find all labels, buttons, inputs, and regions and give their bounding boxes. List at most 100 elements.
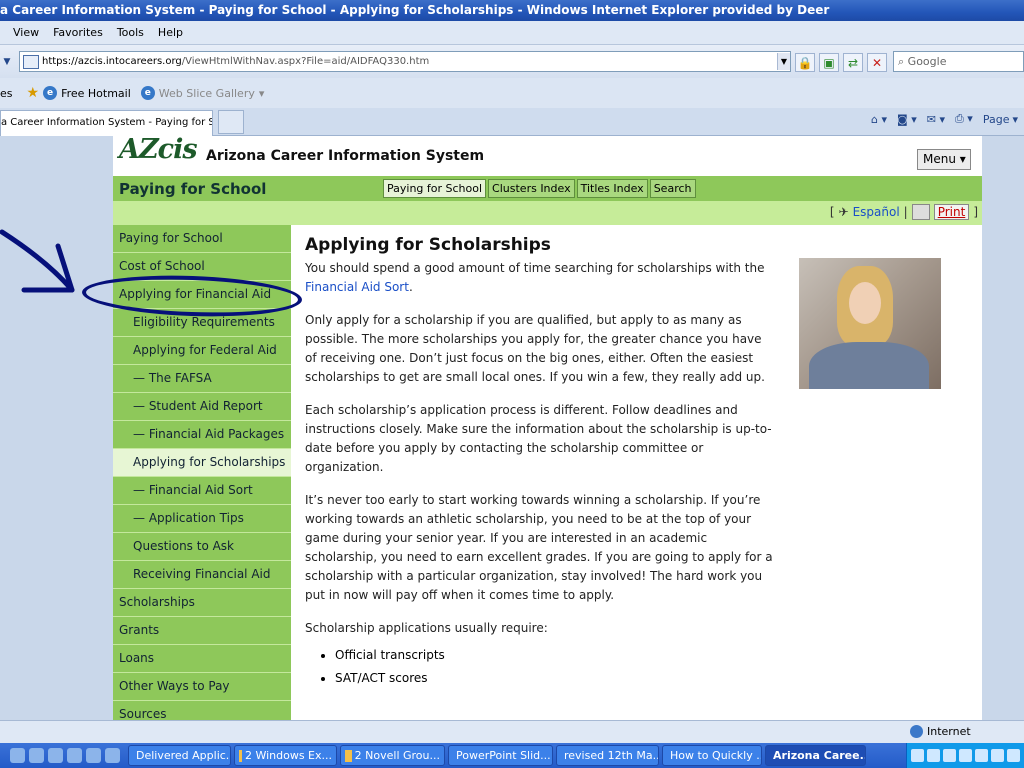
read-mail-icon[interactable]: ✉ ▾: [927, 113, 945, 126]
sidebar-item[interactable]: Applying for Federal Aid: [113, 337, 291, 365]
new-tab-button[interactable]: [218, 110, 244, 134]
app-icon: [345, 749, 352, 762]
address-dropdown-icon[interactable]: ▼: [777, 53, 790, 70]
favorites-bar: es ★ e Free Hotmail e Web Slice Gallery …: [0, 78, 1024, 108]
address-url[interactable]: https://azcis.intocareers.org/ViewHtmlWi…: [42, 56, 777, 67]
taskbar-button-label: Delivered Applic...: [136, 749, 231, 762]
sidebar-item[interactable]: Questions to Ask: [113, 533, 291, 561]
site-title: Arizona Career Information System: [206, 148, 485, 164]
quick-launch-icon[interactable]: [67, 748, 82, 763]
tab-row: a Career Information System - Paying for…: [0, 108, 1024, 136]
taskbar-button[interactable]: Arizona Caree...: [765, 745, 866, 766]
sidebar-item[interactable]: — Financial Aid Sort: [113, 477, 291, 505]
utility-bar: [ ✈ Español | Print ]: [113, 201, 982, 225]
quick-launch-icon[interactable]: [29, 748, 44, 763]
ie-icon: e: [43, 86, 58, 100]
espanol-link[interactable]: Español: [853, 205, 900, 219]
taskbar-button[interactable]: PowerPoint Slid...: [448, 745, 553, 766]
tray-icon[interactable]: [911, 749, 924, 762]
printer-icon: [911, 204, 930, 220]
tab-titles-index[interactable]: Titles Index: [576, 179, 648, 198]
paragraph-5: Scholarship applications usually require…: [305, 621, 548, 635]
quick-launch-icon[interactable]: [105, 748, 120, 763]
tray-icon[interactable]: [943, 749, 956, 762]
taskbar-button-label: 2 Novell Grou...: [354, 749, 440, 762]
sidebar-item[interactable]: Loans: [113, 645, 291, 673]
menu-tools[interactable]: Tools: [110, 26, 151, 39]
taskbar-button[interactable]: How to Quickly ...: [662, 745, 762, 766]
stop-icon[interactable]: ✕: [867, 53, 887, 72]
taskbar-button-label: PowerPoint Slid...: [456, 749, 551, 762]
tray-icon[interactable]: [991, 749, 1004, 762]
tab-search[interactable]: Search: [649, 179, 696, 198]
quick-launch-icon[interactable]: [86, 748, 101, 763]
tray-icon[interactable]: [959, 749, 972, 762]
tray-icon[interactable]: [975, 749, 988, 762]
search-input[interactable]: ⌕ Google: [893, 51, 1024, 72]
system-tray: [906, 743, 1024, 768]
web-page: AZcis Arizona Career Information System …: [113, 136, 982, 720]
tray-icon[interactable]: [927, 749, 940, 762]
utility-links: [ ✈ Español | Print ]: [829, 204, 978, 220]
address-bar[interactable]: https://azcis.intocareers.org/ViewHtmlWi…: [19, 51, 791, 72]
section-bar: Paying for School Paying for School Clus…: [113, 176, 982, 201]
menu-button[interactable]: Menu ▾: [917, 149, 971, 170]
favorites-label[interactable]: es: [0, 87, 13, 100]
sidebar-item[interactable]: Scholarships: [113, 589, 291, 617]
globe-icon: [910, 725, 923, 738]
paragraph-4: It’s never too early to start working to…: [305, 493, 773, 602]
print-link[interactable]: Print: [933, 204, 970, 220]
taskbar-button[interactable]: Delivered Applic...: [128, 745, 231, 766]
print-icon[interactable]: ⎙ ▾: [955, 112, 973, 126]
menu-view[interactable]: View: [0, 26, 46, 39]
sidebar-item[interactable]: Applying for Scholarships: [113, 449, 291, 477]
sidebar-item[interactable]: — Financial Aid Packages: [113, 421, 291, 449]
paragraph-1: You should spend a good amount of time s…: [305, 261, 765, 294]
page-icon: [23, 54, 39, 69]
window-title-bar: a Career Information System - Paying for…: [0, 0, 1024, 21]
refresh-icon[interactable]: ⇄: [843, 53, 863, 72]
menu-help[interactable]: Help: [151, 26, 190, 39]
sidebar-item[interactable]: Grants: [113, 617, 291, 645]
tray-icon[interactable]: [1007, 749, 1020, 762]
window-title: a Career Information System - Paying for…: [0, 3, 830, 17]
lock-icon[interactable]: 🔒: [795, 53, 815, 72]
sidebar-item[interactable]: — Application Tips: [113, 505, 291, 533]
sidebar-item[interactable]: Paying for School: [113, 225, 291, 253]
home-icon[interactable]: ⌂ ▾: [871, 113, 887, 126]
sidebar-item[interactable]: — Student Aid Report: [113, 393, 291, 421]
sidebar-item[interactable]: Receiving Financial Aid: [113, 561, 291, 589]
taskbar-button[interactable]: 2 Windows Ex...: [234, 745, 337, 766]
quick-launch: [10, 748, 120, 763]
quick-launch-icon[interactable]: [48, 748, 63, 763]
quick-launch-icon[interactable]: [10, 748, 25, 763]
menu-favorites[interactable]: Favorites: [46, 26, 110, 39]
tab-clusters-index[interactable]: Clusters Index: [488, 179, 575, 198]
sidebar-item[interactable]: Other Ways to Pay: [113, 673, 291, 701]
paragraph-2: Only apply for a scholarship if you are …: [305, 313, 765, 384]
sidebar-item[interactable]: Sources: [113, 701, 291, 720]
azcis-logo[interactable]: AZcis: [119, 136, 205, 166]
section-title: Paying for School: [119, 180, 267, 198]
taskbar: Delivered Applic... 2 Windows Ex... 2 Nove…: [0, 743, 1024, 768]
compatibility-icon[interactable]: ▣: [819, 53, 839, 72]
feeds-icon[interactable]: ◙ ▾: [897, 113, 917, 126]
address-row: ▼ https://azcis.intocareers.org/ViewHtml…: [0, 45, 1024, 78]
taskbar-button[interactable]: revised 12th Ma...: [556, 745, 659, 766]
student-photo: [799, 258, 941, 389]
add-favorite-star-icon[interactable]: ★: [27, 85, 40, 101]
page-menu[interactable]: Page ▾: [983, 113, 1018, 126]
sidebar-item[interactable]: — The FAFSA: [113, 365, 291, 393]
taskbar-button-label: 2 Windows Ex...: [244, 749, 332, 762]
taskbar-button[interactable]: 2 Novell Grou...: [340, 745, 445, 766]
financial-aid-sort-link[interactable]: Financial Aid Sort: [305, 280, 409, 294]
browser-tab-active[interactable]: a Career Information System - Paying for…: [0, 110, 213, 136]
chevron-down-icon: ▾: [258, 86, 265, 100]
favorite-free-hotmail[interactable]: e Free Hotmail: [43, 86, 131, 100]
security-zone: Internet: [910, 725, 971, 738]
ie-icon: e: [140, 86, 155, 100]
recent-pages-dropdown-icon[interactable]: ▼: [0, 57, 14, 67]
favorite-web-slice-gallery[interactable]: e Web Slice Gallery ▾: [140, 86, 265, 100]
tab-paying-for-school[interactable]: Paying for School: [383, 179, 487, 198]
taskbar-button-label: revised 12th Ma...: [564, 749, 659, 762]
